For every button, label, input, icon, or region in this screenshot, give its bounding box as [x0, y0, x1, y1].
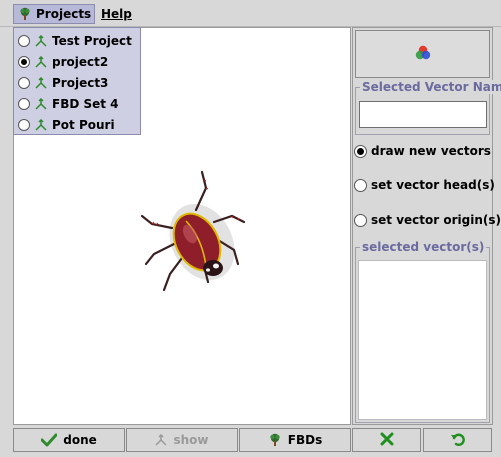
selected-vectors-list[interactable] [358, 260, 487, 420]
mode-set-vector-heads[interactable]: set vector head(s) [354, 175, 495, 195]
show-button[interactable]: show [126, 428, 238, 452]
color-circles-icon [414, 44, 432, 65]
fbds-button[interactable]: FBDs [239, 428, 351, 452]
mode-radio[interactable] [354, 213, 367, 227]
project-radio[interactable] [18, 97, 30, 110]
fbds-label: FBDs [287, 433, 323, 447]
done-button[interactable]: done [13, 428, 125, 452]
done-label: done [63, 433, 97, 447]
undo-button[interactable] [423, 428, 492, 452]
mode-draw-new-vectors[interactable]: draw new vectors [354, 141, 491, 161]
check-icon [41, 433, 58, 447]
show-label: show [173, 433, 209, 447]
project-item-label: FBD Set 4 [52, 96, 119, 111]
vector-icon [35, 34, 47, 47]
project-item-label: Project3 [52, 75, 109, 90]
color-picker-button[interactable] [355, 30, 490, 78]
mode-label: set vector head(s) [371, 178, 495, 192]
mode-radio[interactable] [354, 178, 367, 192]
mode-set-vector-origins[interactable]: set vector origin(s) [354, 210, 501, 230]
vector-icon [35, 55, 47, 68]
project-item-test-project[interactable]: Test Project [18, 30, 140, 51]
cross-icon [380, 432, 394, 449]
menu-projects-label: Projects [36, 7, 92, 21]
vector-icon [35, 97, 47, 110]
undo-icon [450, 432, 466, 449]
project-item-label: Test Project [52, 33, 132, 48]
vector-icon [35, 76, 47, 89]
project-item-label: Pot Pouri [52, 117, 115, 132]
mode-radio[interactable] [354, 144, 367, 158]
vector-name-input[interactable] [359, 101, 487, 128]
vector-icon [35, 118, 47, 131]
project-radio[interactable] [18, 118, 30, 131]
tree-icon [268, 433, 282, 447]
project-item-fbd-set-4[interactable]: FBD Set 4 [18, 93, 140, 114]
selected-vector-name-title: Selected Vector Name [360, 80, 501, 94]
project-item-label: project2 [52, 54, 109, 69]
project-item-project3[interactable]: Project3 [18, 72, 140, 93]
project-item-project2[interactable]: project2 [18, 51, 140, 72]
menu-projects[interactable]: Projects [13, 4, 95, 24]
delete-vector-button[interactable] [352, 428, 421, 452]
project-radio[interactable] [18, 34, 30, 47]
project-item-pot-pouri[interactable]: Pot Pouri [18, 114, 140, 135]
mode-label: draw new vectors [371, 144, 491, 158]
menu-help-label: Help [101, 7, 132, 21]
projects-dropdown: Test Project project2 Project3 FBD Set 4… [13, 27, 141, 135]
mode-label: set vector origin(s) [371, 213, 501, 227]
project-radio[interactable] [18, 55, 30, 68]
beetle-image [140, 170, 246, 292]
selected-vectors-title: selected vector(s) [360, 240, 487, 254]
vector-icon [155, 434, 168, 446]
menu-help[interactable]: Help [97, 4, 132, 24]
tree-icon [18, 7, 32, 21]
project-radio[interactable] [18, 76, 30, 89]
